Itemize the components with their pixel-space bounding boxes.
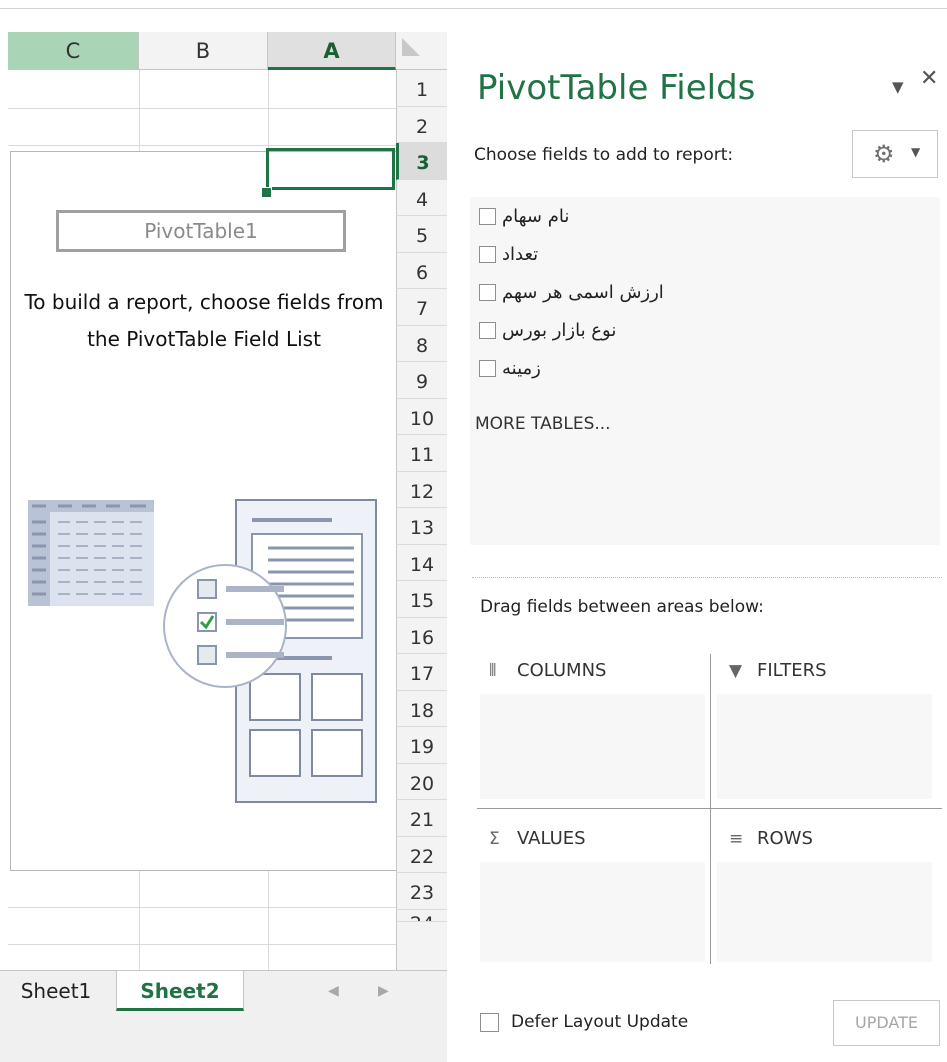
choose-fields-label: Choose fields to add to report:: [474, 145, 734, 165]
pane-title: PivotTable Fields: [477, 68, 756, 108]
filters-drop-area[interactable]: [717, 694, 932, 799]
gridline: [8, 108, 396, 109]
row-header-18[interactable]: 18: [396, 690, 447, 727]
row-header-9[interactable]: 9: [396, 362, 447, 399]
tools-button[interactable]: ⚙ ▼: [852, 130, 938, 178]
field-item[interactable]: زمینه: [479, 353, 541, 383]
pivot-instructions: To build a report, choose fields from th…: [24, 290, 384, 351]
row-header-15[interactable]: 15: [396, 581, 447, 618]
row-header-6[interactable]: 6: [396, 252, 447, 289]
gridline: [139, 70, 140, 151]
row-header-1[interactable]: 1: [396, 70, 447, 107]
field-checkbox[interactable]: [479, 321, 496, 339]
pivottable-fields-pane: PivotTable Fields ▼ ✕ Choose fields to a…: [447, 32, 947, 1061]
pane-options-dropdown-icon[interactable]: ▼: [892, 78, 904, 96]
field-checkbox[interactable]: [479, 359, 496, 377]
rows-area-header: ≡ ROWS: [729, 828, 813, 849]
row-header-14[interactable]: 14: [396, 544, 447, 581]
values-drop-area[interactable]: [480, 862, 705, 962]
sheet-tab-sheet1[interactable]: Sheet1: [4, 971, 108, 1011]
field-list: نام سهام تعداد ارزش اسمی هر سهم نوع بازا…: [470, 197, 940, 545]
field-item[interactable]: تعداد: [479, 239, 538, 269]
rows-icon: ≡: [729, 829, 744, 849]
rows-area-label: ROWS: [757, 828, 813, 849]
sheet-tab-bar: Sheet1 Sheet2 ◀ ▶: [0, 970, 447, 1062]
close-icon[interactable]: ✕: [920, 66, 938, 91]
columns-area-header: ⦀ COLUMNS: [489, 660, 606, 681]
filters-area-header: ▼ FILTERS: [729, 660, 827, 681]
field-label: ارزش اسمی هر سهم: [502, 281, 664, 303]
row-header-12[interactable]: 12: [396, 471, 447, 508]
values-area-label: VALUES: [517, 828, 586, 849]
field-item[interactable]: ارزش اسمی هر سهم: [479, 277, 664, 307]
row-header-24[interactable]: 24: [396, 909, 447, 922]
row-header-8[interactable]: 8: [396, 325, 447, 362]
field-label: نام سهام: [502, 205, 570, 227]
gridline: [8, 145, 396, 146]
columns-area-label: COLUMNS: [517, 660, 607, 681]
values-area-header: Σ VALUES: [489, 828, 586, 849]
scroll-right-icon[interactable]: ▶: [378, 971, 389, 1011]
area-divider-vertical: [710, 654, 711, 964]
update-button[interactable]: UPDATE: [833, 1000, 940, 1046]
top-border: [0, 8, 947, 9]
column-header-c[interactable]: C: [8, 32, 139, 70]
defer-layout-option[interactable]: Defer Layout Update: [480, 1012, 688, 1032]
select-all-icon: [402, 38, 420, 56]
gridline: [268, 70, 269, 151]
gear-icon: ⚙: [873, 140, 895, 168]
row-header-10[interactable]: 10: [396, 398, 447, 435]
drag-fields-label: Drag fields between areas below:: [480, 597, 764, 617]
row-header-3[interactable]: 3: [396, 143, 447, 180]
sheet-tab-sheet2[interactable]: Sheet2: [116, 971, 244, 1011]
area-divider-horizontal: [477, 808, 942, 809]
row-header-21[interactable]: 21: [396, 800, 447, 837]
row-header-2[interactable]: 2: [396, 106, 447, 143]
select-all-corner[interactable]: [396, 32, 447, 70]
column-header-a[interactable]: A: [268, 32, 396, 70]
row-header-16[interactable]: 16: [396, 617, 447, 654]
row-header-11[interactable]: 11: [396, 435, 447, 472]
scroll-left-icon[interactable]: ◀: [328, 971, 339, 1011]
row-header-19[interactable]: 19: [396, 727, 447, 764]
columns-drop-area[interactable]: [480, 694, 705, 799]
field-checkbox[interactable]: [479, 245, 496, 263]
gridline: [8, 944, 396, 945]
row-header-4[interactable]: 4: [396, 179, 447, 216]
filters-area-label: FILTERS: [757, 660, 827, 681]
field-label: تعداد: [502, 243, 539, 265]
chevron-down-icon: ▼: [911, 145, 921, 159]
more-tables-link[interactable]: MORE TABLES...: [475, 414, 611, 434]
field-label: زمینه: [502, 357, 541, 379]
column-header-b[interactable]: B: [139, 32, 268, 70]
defer-layout-checkbox[interactable]: [480, 1012, 499, 1032]
rows-drop-area[interactable]: [717, 862, 932, 962]
field-checkbox[interactable]: [479, 207, 496, 225]
row-header-13[interactable]: 13: [396, 508, 447, 545]
fill-handle[interactable]: [261, 187, 272, 198]
row-header-20[interactable]: 20: [396, 763, 447, 800]
sigma-icon: Σ: [489, 829, 500, 849]
gridline: [8, 907, 396, 908]
active-cell-a3[interactable]: [266, 148, 395, 190]
spreadsheet-grid[interactable]: C B A PivotTable1 To build a report, cho…: [0, 32, 447, 1061]
filter-icon: ▼: [729, 661, 743, 681]
pivot-table-name: PivotTable1: [56, 210, 346, 252]
field-label: نوع بازار بورس: [502, 319, 617, 341]
row-header-7[interactable]: 7: [396, 289, 447, 326]
row-header-17[interactable]: 17: [396, 654, 447, 691]
columns-icon: ⦀: [489, 661, 497, 681]
row-header-5[interactable]: 5: [396, 216, 447, 253]
field-checkbox[interactable]: [479, 283, 496, 301]
field-item[interactable]: نوع بازار بورس: [479, 315, 616, 345]
field-item[interactable]: نام سهام: [479, 201, 569, 231]
row-header-23[interactable]: 23: [396, 873, 447, 910]
defer-layout-label: Defer Layout Update: [511, 1012, 689, 1032]
pane-divider: [472, 577, 942, 578]
row-header-22[interactable]: 22: [396, 836, 447, 873]
pivot-illustration-icon: [28, 499, 377, 803]
